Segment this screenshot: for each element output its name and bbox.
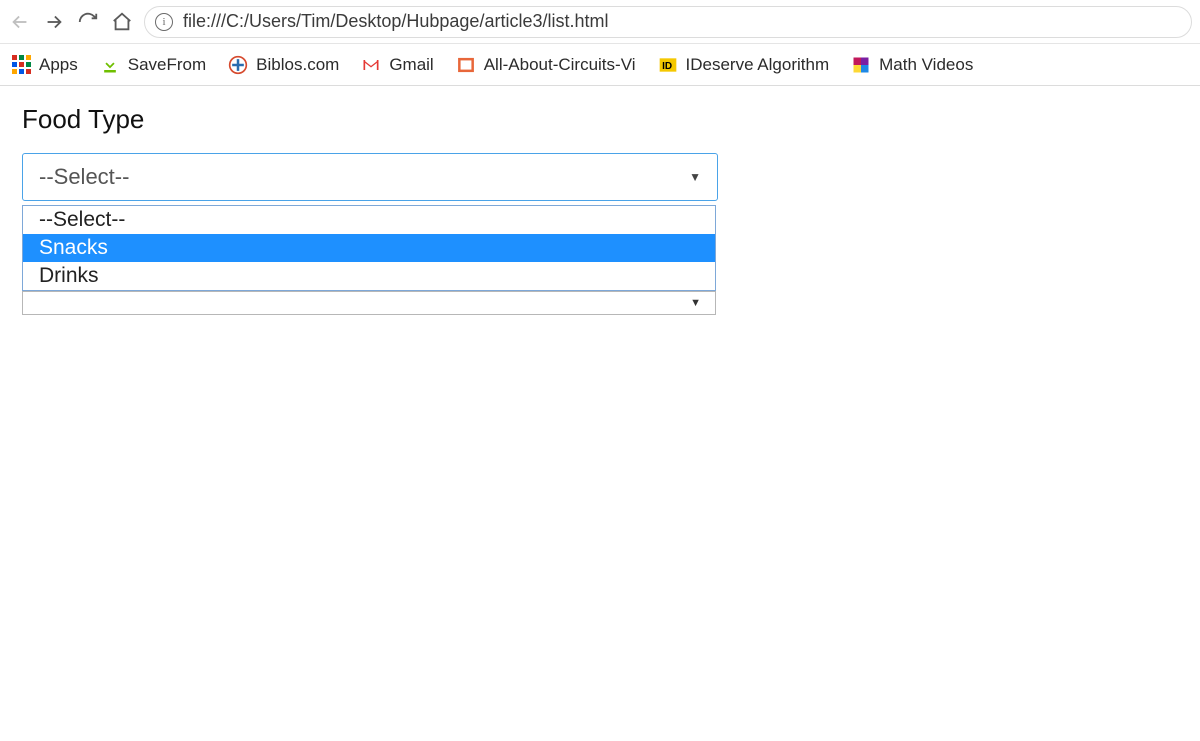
home-button[interactable]: [110, 10, 134, 34]
bookmark-label: Math Videos: [879, 55, 973, 75]
food-type-select[interactable]: --Select-- ▼: [22, 153, 718, 201]
bookmark-label: All-About-Circuits-Vi: [484, 55, 636, 75]
dropdown-option-drinks[interactable]: Drinks: [23, 262, 715, 290]
arrow-left-icon: [9, 11, 31, 33]
id-badge-icon: ID: [658, 55, 678, 75]
chevron-down-icon: ▼: [689, 170, 701, 184]
svg-text:ID: ID: [662, 61, 672, 72]
secondary-select[interactable]: ▼: [22, 291, 716, 315]
bookmark-label: SaveFrom: [128, 55, 206, 75]
forward-button[interactable]: [42, 10, 66, 34]
page-title: Food Type: [22, 104, 1178, 135]
download-arrow-icon: [100, 55, 120, 75]
cross-circle-icon: [228, 55, 248, 75]
apps-grid-icon: [12, 55, 31, 74]
page-content: Food Type --Select-- ▼ --Select-- Snacks…: [0, 86, 1200, 333]
info-icon[interactable]: i: [155, 13, 173, 31]
gmail-icon: [361, 55, 381, 75]
square-outline-icon: [456, 55, 476, 75]
select-current-value: --Select--: [39, 164, 129, 190]
arrow-right-icon: [43, 11, 65, 33]
home-icon: [111, 11, 133, 33]
dropdown-option-snacks[interactable]: Snacks: [23, 234, 715, 262]
chevron-down-icon: ▼: [690, 297, 701, 309]
dropdown-option-select[interactable]: --Select--: [23, 206, 715, 234]
bookmark-label: Biblos.com: [256, 55, 339, 75]
bookmark-circuits[interactable]: All-About-Circuits-Vi: [456, 55, 636, 75]
bookmark-ideserve[interactable]: ID IDeserve Algorithm: [658, 55, 830, 75]
food-type-select-wrapper: --Select-- ▼ --Select-- Snacks Drinks ▼: [22, 153, 718, 315]
bookmark-label: Gmail: [389, 55, 433, 75]
colored-squares-icon: [851, 55, 871, 75]
address-bar[interactable]: i file:///C:/Users/Tim/Desktop/Hubpage/a…: [144, 6, 1192, 38]
back-button[interactable]: [8, 10, 32, 34]
reload-button[interactable]: [76, 10, 100, 34]
reload-icon: [77, 11, 99, 33]
browser-nav-toolbar: i file:///C:/Users/Tim/Desktop/Hubpage/a…: [0, 0, 1200, 44]
bookmark-gmail[interactable]: Gmail: [361, 55, 433, 75]
apps-label: Apps: [39, 55, 78, 75]
bookmarks-bar: Apps SaveFrom Biblos.com Gmail All-About…: [0, 44, 1200, 86]
bookmark-biblos[interactable]: Biblos.com: [228, 55, 339, 75]
apps-button[interactable]: Apps: [12, 55, 78, 75]
food-type-dropdown-panel: --Select-- Snacks Drinks: [22, 205, 716, 291]
bookmark-savefrom[interactable]: SaveFrom: [100, 55, 206, 75]
bookmark-mathvideos[interactable]: Math Videos: [851, 55, 973, 75]
url-text[interactable]: file:///C:/Users/Tim/Desktop/Hubpage/art…: [183, 11, 608, 32]
bookmark-label: IDeserve Algorithm: [686, 55, 830, 75]
